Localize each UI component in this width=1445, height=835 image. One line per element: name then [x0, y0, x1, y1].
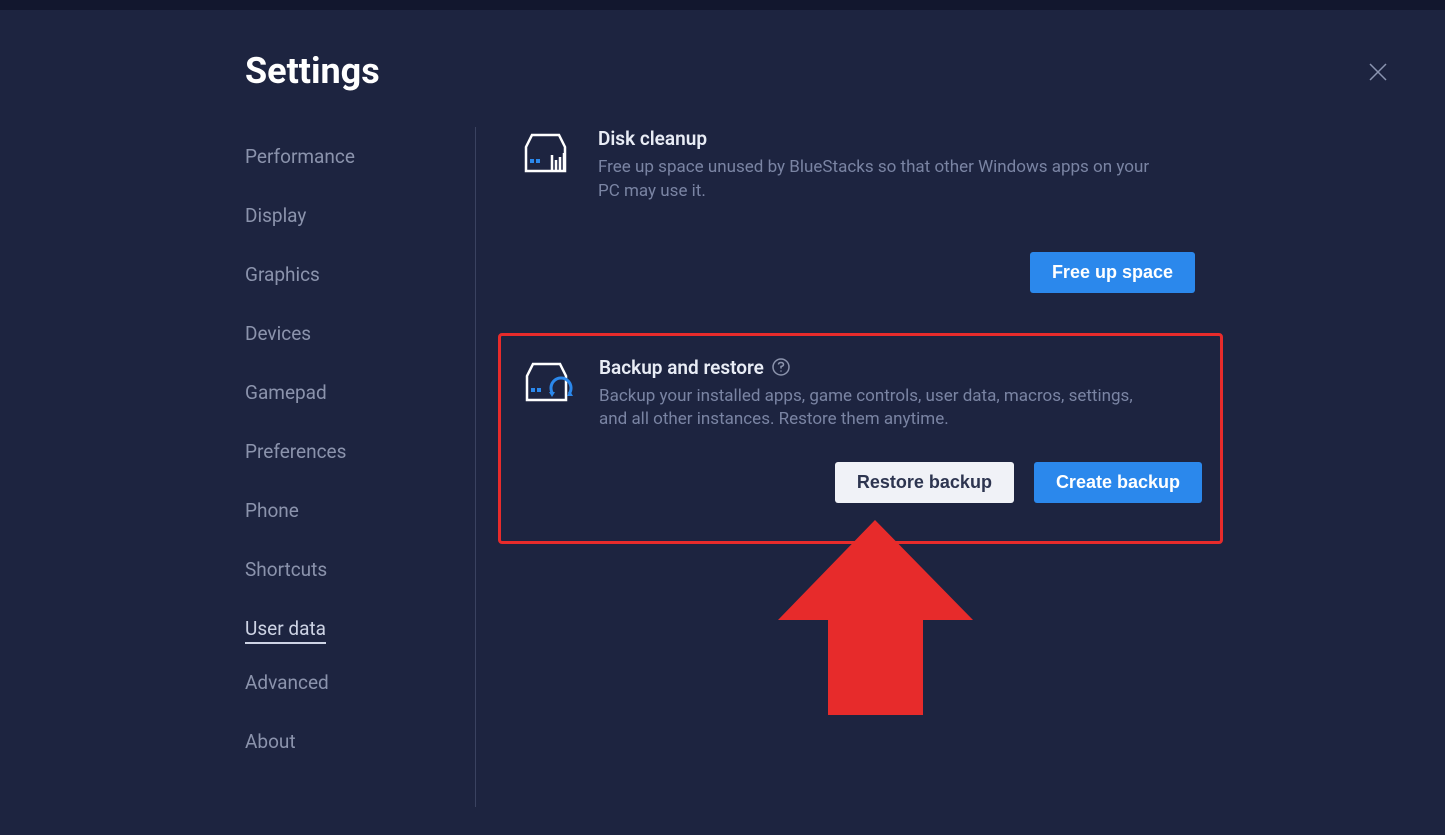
title-bar: [0, 0, 1445, 10]
settings-sidebar: Performance Display Graphics Devices Gam…: [245, 127, 475, 807]
close-button[interactable]: [1366, 60, 1390, 84]
sidebar-item-graphics[interactable]: Graphics: [245, 254, 320, 295]
disk-cleanup-section: Disk cleanup Free up space unused by Blu…: [518, 127, 1195, 293]
disk-cleanup-icon: [518, 127, 573, 182]
disk-cleanup-description: Free up space unused by BlueStacks so th…: [598, 156, 1153, 204]
page-title: Settings: [245, 50, 1445, 92]
close-icon: [1368, 62, 1388, 82]
restore-backup-button[interactable]: Restore backup: [835, 462, 1014, 503]
sidebar-item-about[interactable]: About: [245, 721, 296, 762]
backup-restore-description: Backup your installed apps, game control…: [599, 385, 1154, 433]
sidebar-item-devices[interactable]: Devices: [245, 313, 311, 354]
backup-restore-highlight: Backup and restore Backup your installed…: [498, 333, 1223, 545]
backup-restore-title: Backup and restore: [599, 356, 764, 379]
sidebar-item-advanced[interactable]: Advanced: [245, 662, 329, 703]
sidebar-item-gamepad[interactable]: Gamepad: [245, 372, 327, 413]
sidebar-item-shortcuts[interactable]: Shortcuts: [245, 549, 327, 590]
sidebar-item-display[interactable]: Display: [245, 195, 306, 236]
disk-cleanup-title: Disk cleanup: [598, 127, 1195, 150]
sidebar-item-phone[interactable]: Phone: [245, 490, 299, 531]
help-icon[interactable]: [772, 358, 790, 376]
sidebar-item-preferences[interactable]: Preferences: [245, 431, 346, 472]
backup-restore-icon: [519, 356, 574, 411]
sidebar-item-user-data[interactable]: User data: [245, 608, 326, 644]
sidebar-item-performance[interactable]: Performance: [245, 136, 355, 177]
free-up-space-button[interactable]: Free up space: [1030, 252, 1195, 293]
create-backup-button[interactable]: Create backup: [1034, 462, 1202, 503]
arrow-annotation: [778, 520, 973, 724]
